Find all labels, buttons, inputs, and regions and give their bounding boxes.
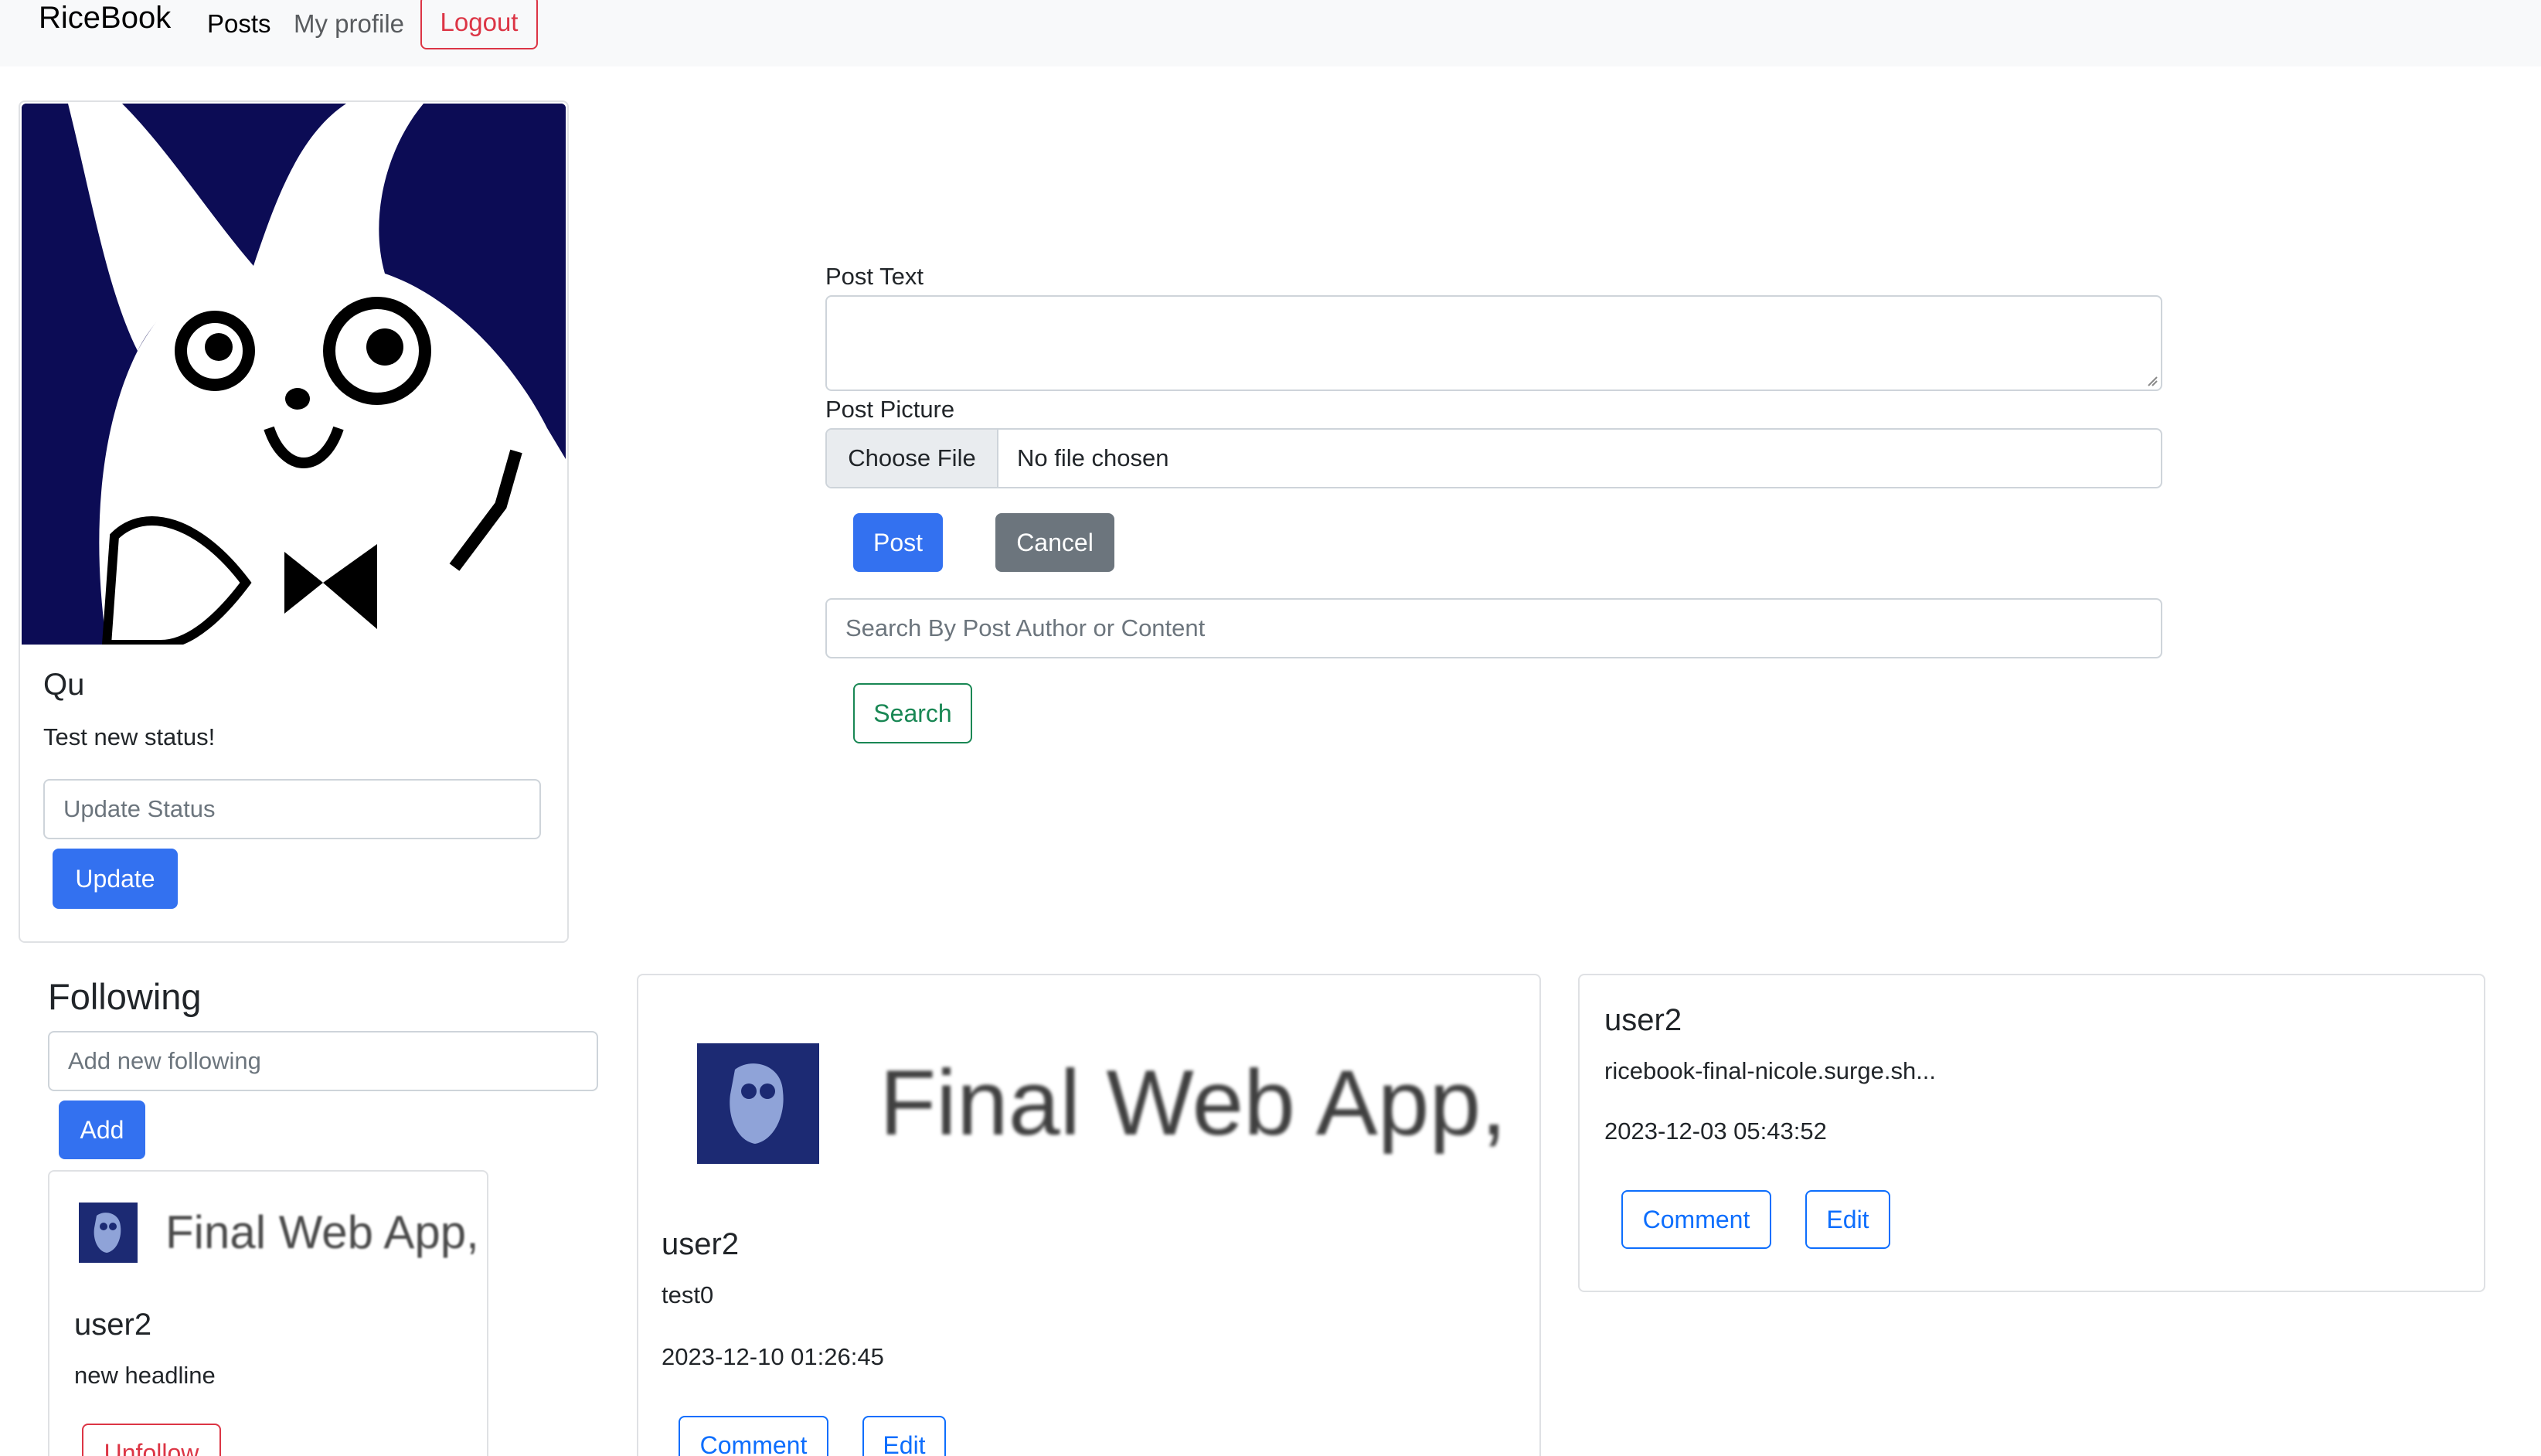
- post-picture-label: Post Picture: [825, 396, 955, 423]
- comment-button[interactable]: Comment: [1621, 1190, 1771, 1249]
- following-thumbnail-logo: [79, 1203, 138, 1263]
- nav-link-my-profile[interactable]: My profile: [294, 6, 404, 42]
- post-image-logo: [697, 1043, 819, 1164]
- profile-status: Test new status!: [43, 723, 216, 750]
- edit-button[interactable]: Edit: [1805, 1190, 1890, 1249]
- search-posts-input[interactable]: Search By Post Author or Content: [825, 598, 2162, 658]
- add-following-input[interactable]: Add new following: [48, 1031, 598, 1091]
- profile-name: Qu: [43, 668, 85, 702]
- brand-logo[interactable]: RiceBook: [39, 0, 171, 36]
- post-picture-file-input[interactable]: Choose File No file chosen: [825, 428, 2162, 488]
- post-text-label: Post Text: [825, 263, 924, 290]
- post-text-area[interactable]: [825, 295, 2162, 391]
- logout-button[interactable]: Logout: [420, 0, 538, 49]
- comment-button[interactable]: Comment: [679, 1416, 828, 1456]
- owl-logo-icon: [94, 1213, 121, 1253]
- unfollow-button[interactable]: Unfollow: [82, 1424, 221, 1456]
- following-user-name: user2: [74, 1308, 152, 1342]
- update-status-input[interactable]: Update Status: [43, 779, 541, 839]
- following-user-headline: new headline: [74, 1362, 216, 1389]
- no-file-chosen-text: No file chosen: [1017, 444, 1169, 471]
- nav-link-posts[interactable]: Posts: [207, 6, 271, 42]
- cancel-button[interactable]: Cancel: [995, 513, 1114, 572]
- search-button[interactable]: Search: [853, 683, 972, 743]
- post-text: test0: [662, 1281, 714, 1308]
- edit-button[interactable]: Edit: [862, 1416, 946, 1456]
- profile-avatar: [22, 104, 566, 645]
- owl-logo-icon: [730, 1063, 784, 1144]
- post-image-text: Final Web App,: [879, 1051, 1507, 1155]
- choose-file-button[interactable]: Choose File: [827, 430, 998, 487]
- post-timestamp: 2023-12-10 01:26:45: [662, 1343, 884, 1370]
- following-heading: Following: [48, 976, 202, 1017]
- post-button[interactable]: Post: [853, 513, 943, 572]
- resize-handle-icon[interactable]: [2147, 376, 2158, 386]
- add-following-button[interactable]: Add: [59, 1101, 145, 1159]
- post-timestamp: 2023-12-03 05:43:52: [1604, 1118, 1827, 1145]
- post-author: user2: [662, 1227, 740, 1261]
- following-thumbnail-text: Final Web App,: [165, 1206, 479, 1258]
- bunny-avatar-image: [22, 104, 566, 645]
- post-author: user2: [1604, 1003, 1682, 1037]
- post-text: ricebook-final-nicole.surge.sh...: [1604, 1057, 1937, 1084]
- update-status-button[interactable]: Update: [53, 849, 178, 909]
